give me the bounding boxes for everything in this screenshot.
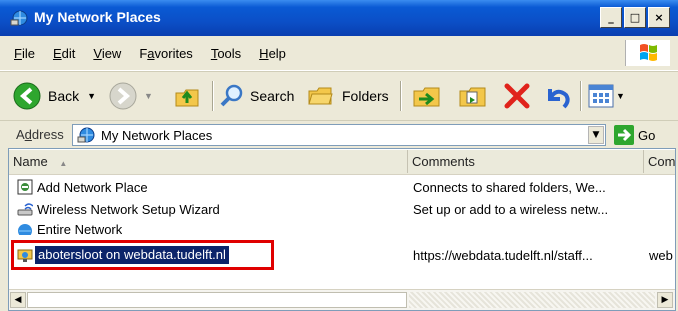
windows-flag-icon bbox=[640, 44, 657, 61]
list-item[interactable]: Entire Network bbox=[9, 219, 675, 235]
network-places-icon bbox=[77, 127, 95, 143]
go-arrow-icon bbox=[614, 125, 634, 145]
scrollbar-thumb[interactable] bbox=[27, 292, 407, 308]
back-dropdown-icon[interactable]: ▼ bbox=[87, 91, 96, 101]
sort-ascending-icon: ▲ bbox=[59, 159, 68, 168]
maximize-button[interactable]: □ bbox=[624, 7, 646, 28]
item-computer: web bbox=[649, 248, 673, 263]
up-folder-button[interactable] bbox=[172, 80, 202, 112]
file-list-view[interactable]: Name ▲ Comments Com Add Network Place Co… bbox=[8, 148, 676, 311]
search-icon bbox=[220, 84, 243, 107]
forward-button[interactable]: ▼ bbox=[108, 80, 153, 112]
network-places-icon bbox=[10, 10, 28, 26]
undo-button[interactable] bbox=[540, 80, 572, 112]
scroll-right-icon[interactable]: ▶ bbox=[657, 292, 673, 308]
title-bar[interactable]: My Network Places _ □ × bbox=[0, 0, 678, 36]
up-folder-icon bbox=[175, 89, 199, 107]
add-network-place-icon bbox=[17, 179, 33, 195]
menu-edit[interactable]: Edit bbox=[51, 45, 77, 62]
windows-logo bbox=[625, 40, 670, 66]
copy-to-button[interactable] bbox=[456, 80, 490, 112]
move-to-folder-icon bbox=[413, 87, 440, 107]
address-dropdown-icon[interactable]: ▼ bbox=[588, 126, 604, 144]
back-button[interactable]: Back ▼ bbox=[12, 80, 96, 112]
address-label: Address bbox=[16, 127, 64, 142]
copy-to-folder-icon bbox=[459, 87, 486, 107]
address-input[interactable]: My Network Places ▼ bbox=[72, 124, 606, 146]
menu-tools[interactable]: Tools bbox=[209, 45, 243, 62]
go-button[interactable]: Go bbox=[614, 125, 655, 145]
window-title: My Network Places bbox=[34, 9, 161, 25]
delete-button[interactable] bbox=[502, 80, 532, 112]
list-item[interactable]: Wireless Network Setup Wizard Set up or … bbox=[9, 199, 675, 221]
item-name: Entire Network bbox=[37, 222, 123, 235]
column-header-name[interactable]: Name ▲ bbox=[9, 150, 408, 173]
item-comments: https://webdata.tudelft.nl/staff... bbox=[413, 248, 593, 263]
undo-icon bbox=[548, 89, 570, 109]
menu-file[interactable]: File bbox=[12, 45, 37, 62]
caption-buttons: _ □ × bbox=[600, 7, 670, 28]
item-name: Wireless Network Setup Wizard bbox=[37, 202, 220, 217]
delete-icon bbox=[504, 83, 530, 109]
forward-dropdown-icon[interactable]: ▼ bbox=[144, 91, 153, 101]
menu-help[interactable]: Help bbox=[257, 45, 288, 62]
highlight-annotation-box bbox=[11, 240, 274, 270]
wireless-wizard-icon bbox=[17, 203, 33, 216]
item-name: Add Network Place bbox=[37, 180, 148, 195]
menu-view[interactable]: View bbox=[91, 45, 123, 62]
scroll-left-icon[interactable]: ◀ bbox=[10, 292, 26, 308]
list-item[interactable]: Add Network Place Connects to shared fol… bbox=[9, 177, 675, 199]
views-button[interactable]: ▼ bbox=[588, 80, 625, 112]
folders-icon bbox=[308, 87, 333, 105]
standard-toolbar: Back ▼ ▼ Search Folders ▼ bbox=[0, 71, 678, 121]
explorer-window: My Network Places _ □ × File Edit View F… bbox=[0, 0, 678, 311]
column-header-computer[interactable]: Com bbox=[644, 150, 675, 173]
menu-bar: File Edit View Favorites Tools Help bbox=[0, 36, 678, 71]
entire-network-globe-icon bbox=[18, 224, 32, 235]
minimize-button[interactable]: _ bbox=[600, 7, 622, 28]
back-arrow-icon bbox=[13, 82, 41, 110]
menu-favorites[interactable]: Favorites bbox=[137, 45, 194, 62]
scrollbar-track[interactable] bbox=[409, 292, 655, 308]
horizontal-scrollbar[interactable]: ◀ ▶ bbox=[9, 289, 675, 310]
close-button[interactable]: × bbox=[648, 7, 670, 28]
search-button[interactable]: Search bbox=[218, 80, 294, 112]
folders-button[interactable]: Folders bbox=[306, 80, 389, 112]
item-comments: Connects to shared folders, We... bbox=[413, 180, 606, 195]
views-dropdown-icon[interactable]: ▼ bbox=[616, 91, 625, 101]
address-bar: Address My Network Places ▼ Go bbox=[0, 120, 678, 149]
forward-arrow-icon bbox=[109, 82, 137, 110]
column-header-comments[interactable]: Comments bbox=[408, 150, 644, 173]
address-value: My Network Places bbox=[101, 128, 213, 143]
list-header: Name ▲ Comments Com bbox=[9, 150, 675, 175]
item-comments: Set up or add to a wireless netw... bbox=[413, 202, 609, 217]
views-icon bbox=[588, 84, 614, 108]
move-to-button[interactable] bbox=[410, 80, 444, 112]
